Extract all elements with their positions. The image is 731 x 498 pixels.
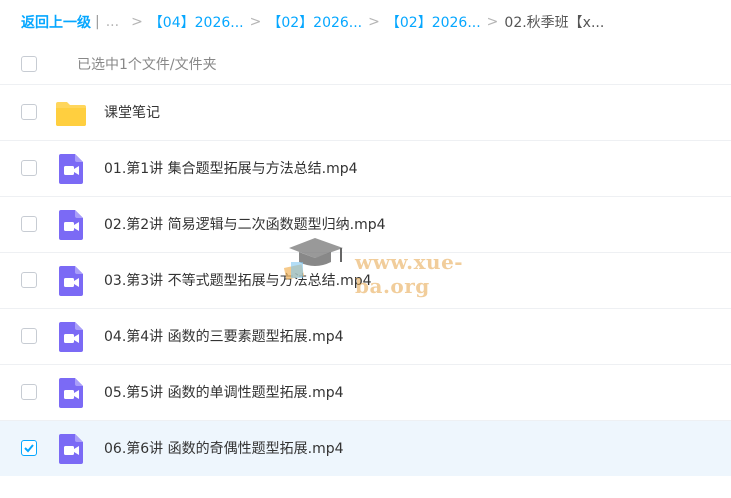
breadcrumb-item-3[interactable]: 【02】2026... — [386, 12, 481, 32]
video-file-icon — [55, 209, 87, 241]
video-file-icon — [55, 377, 87, 409]
file-row[interactable]: 05.第5讲 函数的单调性题型拓展.mp4 — [0, 364, 731, 420]
breadcrumb-separator: > — [368, 14, 380, 30]
breadcrumb-separator: > — [486, 14, 499, 30]
video-file-icon — [55, 153, 87, 185]
folder-row[interactable]: 课堂笔记 — [0, 84, 731, 140]
select-all-checkbox[interactable] — [21, 56, 37, 72]
selection-count: 已选中1个文件/文件夹 — [77, 57, 217, 73]
video-file-icon — [55, 265, 87, 297]
file-name[interactable]: 课堂笔记 — [104, 85, 160, 141]
breadcrumb-item-1[interactable]: 【04】2026... — [149, 12, 244, 32]
video-file-icon — [55, 321, 87, 353]
row-checkbox[interactable] — [21, 104, 37, 120]
file-row[interactable]: 06.第6讲 函数的奇偶性题型拓展.mp4 — [0, 420, 731, 476]
file-name[interactable]: 01.第1讲 集合题型拓展与方法总结.mp4 — [104, 141, 358, 197]
breadcrumb-separator: > — [131, 14, 143, 30]
breadcrumb: 返回上一级 | ... > 【04】2026... > 【02】2026... … — [0, 0, 731, 44]
file-name[interactable]: 04.第4讲 函数的三要素题型拓展.mp4 — [104, 309, 344, 365]
file-name[interactable]: 03.第3讲 不等式题型拓展与方法总结.mp4 — [104, 253, 372, 309]
row-checkbox[interactable] — [21, 440, 37, 456]
file-name[interactable]: 06.第6讲 函数的奇偶性题型拓展.mp4 — [104, 421, 344, 477]
file-row[interactable]: 03.第3讲 不等式题型拓展与方法总结.mp4 — [0, 252, 731, 308]
back-link[interactable]: 返回上一级 — [21, 12, 91, 32]
file-name[interactable]: 02.第2讲 简易逻辑与二次函数题型归纳.mp4 — [104, 197, 386, 253]
file-row[interactable]: 02.第2讲 简易逻辑与二次函数题型归纳.mp4 — [0, 196, 731, 252]
file-row[interactable]: 01.第1讲 集合题型拓展与方法总结.mp4 — [0, 140, 731, 196]
video-file-icon — [55, 433, 87, 465]
row-checkbox[interactable] — [21, 272, 37, 288]
folder-icon — [55, 97, 87, 129]
breadcrumb-ellipsis[interactable]: ... — [106, 14, 119, 30]
breadcrumb-item-2[interactable]: 【02】2026... — [267, 12, 362, 32]
row-checkbox[interactable] — [21, 384, 37, 400]
selection-header: 已选中1个文件/文件夹 — [0, 44, 731, 84]
file-name[interactable]: 05.第5讲 函数的单调性题型拓展.mp4 — [104, 365, 344, 421]
breadcrumb-current: 02.秋季班【x... — [504, 15, 605, 31]
row-checkbox[interactable] — [21, 328, 37, 344]
row-checkbox[interactable] — [21, 160, 37, 176]
breadcrumb-separator: > — [249, 14, 262, 30]
file-row[interactable]: 04.第4讲 函数的三要素题型拓展.mp4 — [0, 308, 731, 364]
breadcrumb-divider: | — [95, 14, 100, 30]
row-checkbox[interactable] — [21, 216, 37, 232]
